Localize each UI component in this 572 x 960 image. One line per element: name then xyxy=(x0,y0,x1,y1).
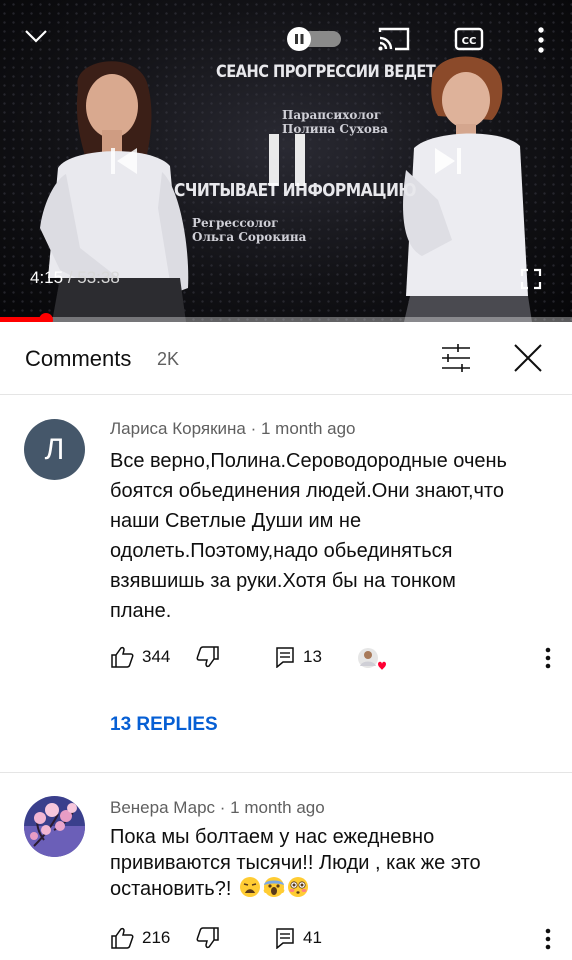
like-count: 216 xyxy=(142,928,171,947)
meta-dot: · xyxy=(250,419,257,438)
weary-face-emoji xyxy=(239,877,260,897)
comment-author[interactable]: Лариса Корякина xyxy=(110,419,246,438)
autoplay-toggle-icon[interactable] xyxy=(285,26,343,52)
comment-text: Все верно,Полина.Сероводородные очень бо… xyxy=(110,446,550,626)
comment-author[interactable]: Венера Марс xyxy=(110,798,215,817)
duration: 53:38 xyxy=(77,268,120,287)
video-player[interactable]: СЕАНС ПРОГРЕССИИ ВЕДЕТ СЧИТЫВАЕТ ИНФОРМА… xyxy=(0,0,572,322)
previous-icon[interactable] xyxy=(108,146,140,176)
playback-time: 4:15 / 53:38 xyxy=(30,268,120,288)
fullscreen-icon[interactable] xyxy=(520,268,542,290)
reply-count: 41 xyxy=(303,928,322,947)
chevron-down-icon[interactable] xyxy=(24,28,48,44)
svg-text:CC: CC xyxy=(462,36,477,47)
cast-icon[interactable] xyxy=(377,26,411,52)
like-button[interactable]: 216 xyxy=(110,927,170,949)
comment-line-with-emoji: остановить?! xyxy=(110,876,550,902)
view-replies-button[interactable]: 13 REPLIES xyxy=(110,714,218,736)
creator-heart-icon xyxy=(358,648,386,670)
avatar[interactable] xyxy=(24,796,85,857)
comment-icon xyxy=(276,928,294,949)
comment-meta: Венера Марс · 1 month ago xyxy=(110,798,325,818)
pause-icon[interactable] xyxy=(266,132,308,188)
video-title-top: СЕАНС ПРОГРЕССИИ ВЕДЕТ xyxy=(216,62,436,82)
comment-time: 1 month ago xyxy=(260,419,356,438)
comment-line: Пока мы болтаем у нас ежедневно xyxy=(110,826,435,848)
comment-line: Все верно,Полина.Сероводородные очень xyxy=(110,450,507,472)
comment-line: взявшишь за руки.Хотя бы на тонком xyxy=(110,570,456,592)
meta-dot: · xyxy=(219,798,226,817)
time-separator: / xyxy=(63,268,78,287)
comment-line: плане. xyxy=(110,600,172,622)
thumb-up-icon xyxy=(111,646,134,668)
current-time: 4:15 xyxy=(30,268,64,287)
comment-actions: 344 13 xyxy=(110,646,560,676)
comment-divider xyxy=(0,772,572,773)
comment-line: боятся обьединения людей.Они знают,что xyxy=(110,480,504,502)
like-count: 344 xyxy=(142,647,171,666)
screaming-face-emoji xyxy=(263,877,285,897)
caption-regressologist: Регрессолог Ольга Сорокина xyxy=(192,216,306,244)
comment-time: 1 month ago xyxy=(230,798,325,817)
thumb-down-icon[interactable] xyxy=(196,646,220,668)
comment-icon xyxy=(276,647,294,668)
comment-line: наши Светлые Души им не xyxy=(110,510,362,532)
sort-filter-icon[interactable] xyxy=(440,343,472,373)
comment-line: одолеть.Поэтому,надо обьединяться xyxy=(110,540,453,562)
avatar[interactable]: Л xyxy=(24,419,85,480)
thumb-up-icon xyxy=(111,927,134,949)
comments-header: Comments 2K xyxy=(0,322,572,395)
more-vert-icon[interactable] xyxy=(543,646,553,670)
captions-icon[interactable]: CC xyxy=(454,26,484,52)
reply-count: 13 xyxy=(303,647,322,666)
comment-line: остановить?! xyxy=(110,878,232,900)
more-vert-icon[interactable] xyxy=(543,927,553,951)
close-icon[interactable] xyxy=(512,342,544,374)
comments-count: 2K xyxy=(157,349,180,369)
thumb-down-icon[interactable] xyxy=(196,927,220,949)
comments-title: Comments xyxy=(25,346,132,371)
caption-person: Ольга Сорокина xyxy=(192,230,307,244)
scrubber-handle[interactable] xyxy=(38,313,53,322)
caption-role: Парапсихолог xyxy=(282,108,382,122)
caption-role: Регрессолог xyxy=(192,216,279,230)
comment-line: прививаются тысячи!! Люди , как же это xyxy=(110,852,481,874)
reply-button[interactable]: 41 xyxy=(275,927,322,949)
comment-actions: 216 41 xyxy=(110,927,560,957)
next-icon[interactable] xyxy=(432,146,464,176)
more-vert-icon[interactable] xyxy=(536,26,546,54)
flushed-face-emoji xyxy=(287,877,308,897)
comment-meta: Лариса Корякина · 1 month ago xyxy=(110,419,356,439)
like-button[interactable]: 344 xyxy=(110,646,170,668)
reply-button[interactable]: 13 xyxy=(275,646,322,668)
comment-text: Пока мы болтаем у нас ежедневно прививаю… xyxy=(110,824,550,902)
